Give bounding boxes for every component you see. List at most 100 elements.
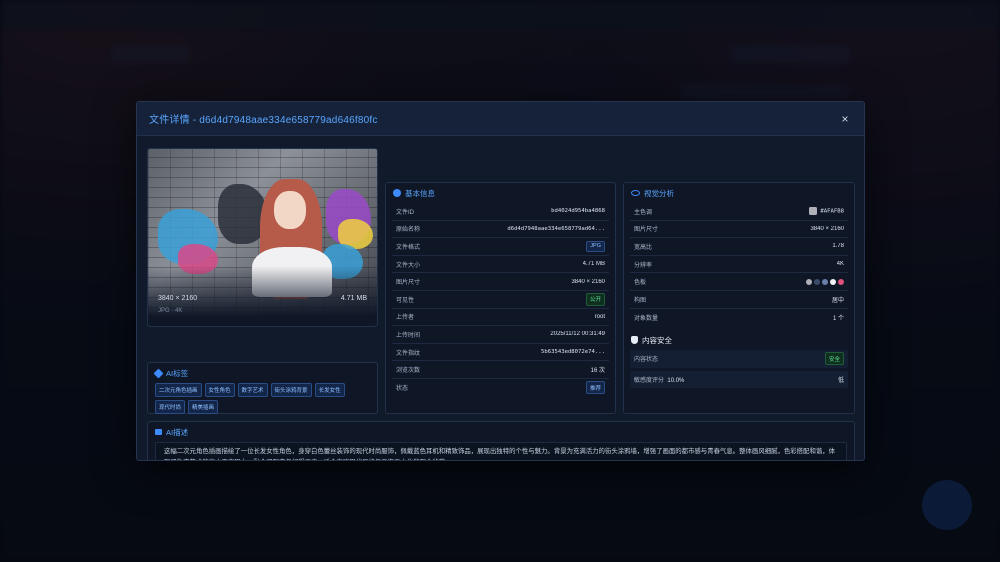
info-row-value: 16 次 — [590, 368, 605, 375]
ai-tags-card: AI标签 二次元角色插画 女性角色 数字艺术 街头涂鸦背景 长发女性现代时尚 精美插画 — [147, 362, 378, 414]
info-row: 文件格式 JPG — [392, 238, 609, 256]
info-row-value: root — [594, 313, 605, 320]
preview-file-size: 4.71 MB — [340, 295, 367, 302]
ai-description-title: AI描述 — [148, 422, 854, 442]
info-row: 上传者 root — [392, 309, 609, 327]
ai-description-text: 这幅二次元角色插画描绘了一位长发女性角色，身穿白色蕾丝装饰的现代时尚服饰，佩戴蓝… — [155, 442, 847, 460]
info-row-label: 原始名称 — [396, 227, 421, 234]
info-row-value: 2025/11/12 00:31:49 — [550, 331, 605, 338]
ai-tags-title: AI标签 — [148, 363, 377, 383]
sensitivity-score-row: 敏感度评分 10.0% 低 — [630, 370, 848, 389]
ai-description-card: AI描述 这幅二次元角色插画描绘了一位长发女性角色，身穿白色蕾丝装饰的现代时尚服… — [147, 421, 855, 460]
ai-description-title-text: AI描述 — [166, 427, 189, 437]
info-row-value: 3840 × 2160 — [810, 225, 844, 232]
basic-info-title-text: 基本信息 — [405, 188, 435, 198]
preview-format: JPG · 4K — [158, 308, 183, 314]
info-row: 原始名称 d6d4d7948aae334e658779ad64... — [392, 221, 609, 239]
visual-analysis-rows: 主色调 #AFAFB8 图片尺寸 3840 × 2160 宽高比 1.78 分辨率 4K 色板构… — [624, 203, 854, 326]
safety-status-badge: 安全 — [824, 352, 844, 366]
info-row: 上传时间 2025/11/12 00:31:49 — [392, 326, 609, 344]
modal-title: 文件详情 - d6d4d7948aae334e658779ad646f80fc — [149, 115, 378, 126]
info-row-label: 对象数量 — [634, 315, 659, 322]
content-safety-title-text: 内容安全 — [642, 335, 672, 345]
ai-tags-title-text: AI标签 — [166, 368, 189, 378]
info-row-value: 4K — [836, 261, 844, 268]
info-row-label: 文件格式 — [396, 244, 421, 251]
info-row: 构图 居中 — [630, 291, 848, 309]
palette-color-dot — [814, 278, 820, 285]
content-safety-title: 内容安全 — [624, 330, 854, 350]
color-palette — [806, 278, 844, 285]
info-row-value: bd4024d954ba4868 — [551, 208, 605, 215]
info-row: 色板 — [630, 273, 848, 291]
info-row: 状态 推荐 — [392, 379, 609, 397]
safety-status-row: 内容状态 安全 — [630, 350, 848, 368]
info-row-value: #AFAFB8 — [820, 208, 844, 215]
info-row: 浏览次数 16 次 — [392, 361, 609, 379]
info-row: 文件ID bd4024d954ba4868 — [392, 203, 609, 221]
info-row-value: 5b63543ed8072e74... — [541, 349, 605, 356]
info-row-value: 1.78 — [832, 243, 844, 250]
sensitivity-score-label: 敏感度评分 10.0% — [634, 375, 684, 384]
sensitivity-score-value: 10.0% — [667, 378, 685, 385]
info-row: 宽高比 1.78 — [630, 238, 848, 256]
info-row: 可见性 公开 — [392, 291, 609, 309]
info-row-label: 宽高比 — [634, 244, 653, 251]
palette-color-dot — [806, 278, 812, 285]
info-row: 对象数量 1 个 — [630, 309, 848, 327]
ai-tag[interactable]: 二次元角色插画 — [155, 383, 202, 397]
ai-tag[interactable]: 数字艺术 — [237, 383, 268, 397]
info-row-value: 4.71 MB — [582, 261, 605, 268]
info-row: 分辨率 4K — [630, 256, 848, 274]
image-preview[interactable]: 3840 × 2160 4.71 MB JPG · 4K — [147, 148, 378, 327]
info-badge: 推荐 — [585, 381, 605, 395]
visibility-badge: 公开 — [585, 292, 605, 306]
info-row-label: 分辨率 — [634, 262, 653, 269]
tag-icon — [153, 368, 164, 378]
info-row-label: 色板 — [634, 280, 647, 287]
ai-tag[interactable]: 女性角色 — [204, 383, 235, 397]
main-color-swatch — [809, 207, 818, 216]
eye-icon — [631, 190, 640, 196]
info-icon — [393, 189, 401, 197]
info-badge: JPG — [586, 240, 605, 252]
info-row: 图片尺寸 3840 × 2160 — [392, 273, 609, 291]
info-row-value: 3840 × 2160 — [571, 278, 605, 285]
character-face — [274, 191, 306, 229]
modal-body: 3840 × 2160 4.71 MB JPG · 4K AI标签 二次元角色插… — [137, 136, 864, 460]
info-row-label: 图片尺寸 — [396, 280, 421, 287]
modal-header: 文件详情 - d6d4d7948aae334e658779ad646f80fc … — [137, 102, 864, 136]
basic-info-rows: 文件ID bd4024d954ba4868 原始名称 d6d4d7948aae334e… — [386, 203, 615, 397]
ai-tag[interactable]: 长发女性 — [314, 383, 345, 397]
close-button[interactable]: × — [838, 112, 852, 126]
shield-icon — [631, 336, 638, 345]
safety-status-label: 内容状态 — [634, 357, 659, 364]
info-row-label: 主色调 — [634, 209, 653, 216]
basic-info-card: 基本信息文件ID bd4024d954ba4868 原始名称 d6d4d7948aae… — [385, 182, 616, 414]
ai-tag[interactable]: 现代时尚 — [155, 400, 186, 414]
visual-analysis-card: 视觉分析主色调 #AFAFB8 图片尺寸 3840 × 2160 宽高比 1.78 分辨率 4… — [623, 182, 855, 414]
ai-tag[interactable]: 街头涂鸦背景 — [270, 383, 312, 397]
info-row-label: 文件大小 — [396, 262, 421, 269]
info-row: 文件大小 4.71 MB — [392, 256, 609, 274]
chat-icon — [155, 429, 162, 435]
ai-tags-list: 二次元角色插画 女性角色 数字艺术 街头涂鸦背景 长发女性现代时尚 精美插画 — [148, 383, 377, 414]
info-row-label: 文件ID — [396, 209, 415, 216]
info-row: 主色调 #AFAFB8 — [630, 203, 848, 221]
info-row-label: 浏览次数 — [396, 368, 421, 375]
palette-color-dot — [830, 278, 836, 285]
preview-dimensions: 3840 × 2160 — [158, 295, 198, 302]
sensitivity-score-label-text: 敏感度评分 — [634, 378, 665, 385]
info-row-label: 状态 — [396, 386, 409, 393]
info-row: 图片尺寸 3840 × 2160 — [630, 221, 848, 239]
info-row-label: 上传者 — [396, 315, 415, 322]
visual-analysis-title-text: 视觉分析 — [644, 188, 674, 198]
info-row-label: 上传时间 — [396, 332, 421, 339]
info-row-label: 可见性 — [396, 297, 415, 304]
info-row-label: 构图 — [634, 297, 647, 304]
ai-tag[interactable]: 精美插画 — [188, 400, 219, 414]
info-row-value: d6d4d7948aae334e658779ad64... — [507, 225, 605, 232]
info-row-label: 文件指纹 — [396, 350, 421, 357]
palette-color-dot — [822, 278, 828, 285]
file-detail-modal: 文件详情 - d6d4d7948aae334e658779ad646f80fc … — [136, 101, 865, 461]
